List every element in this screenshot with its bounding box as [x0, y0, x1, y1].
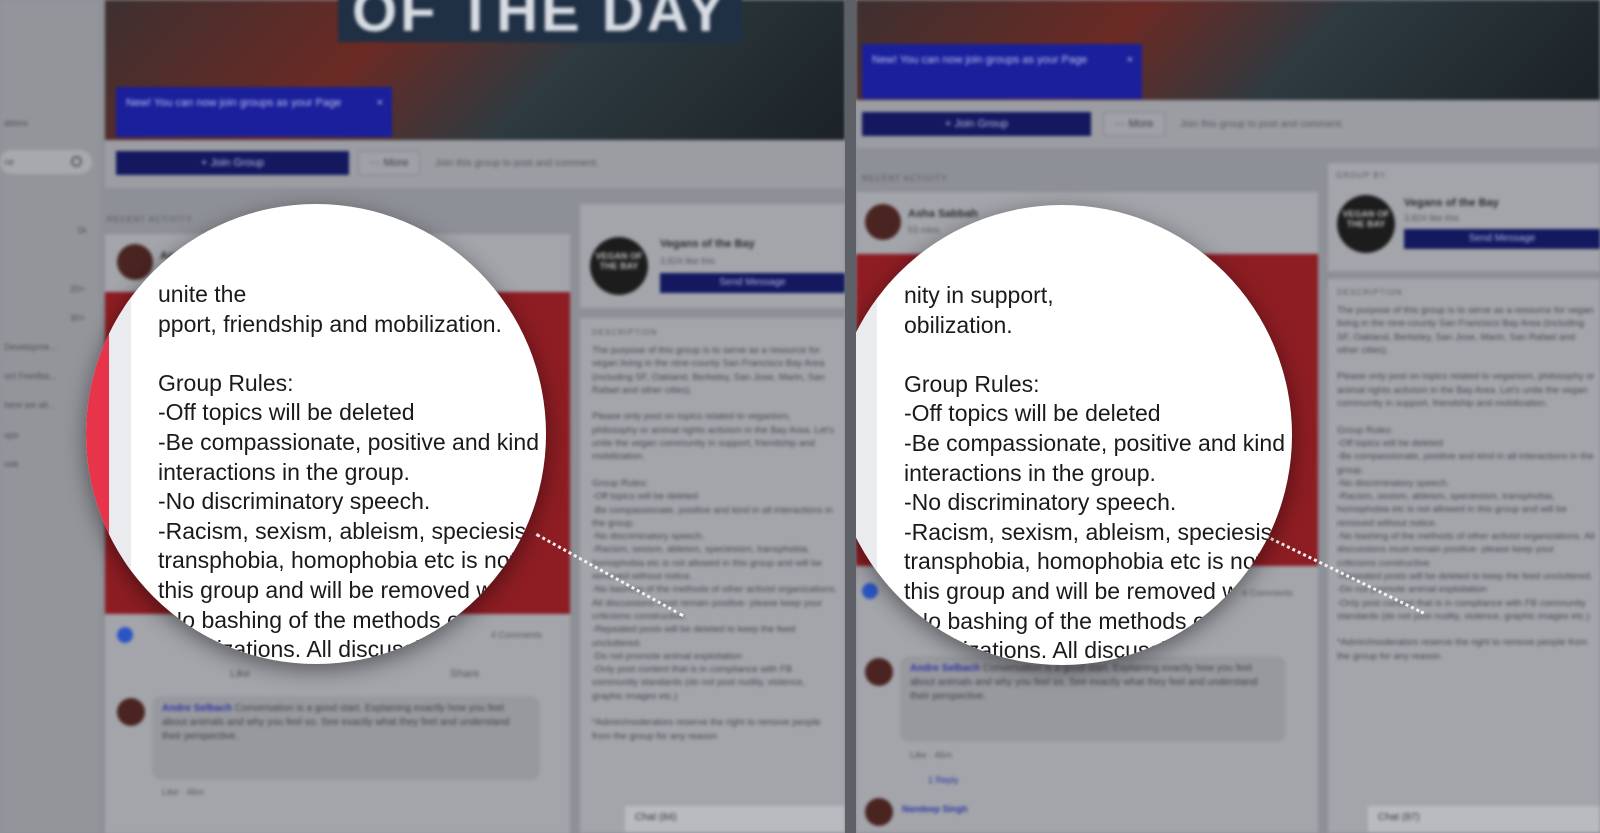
lens-card-edge	[109, 204, 131, 664]
sidebar-item[interactable]: ook	[4, 459, 19, 469]
chat-bar[interactable]: Chat (87)	[1368, 806, 1600, 832]
lens-text-line: -Off topics will be deleted	[904, 400, 1161, 427]
group-name[interactable]: Vegans of the Bay	[660, 238, 755, 250]
notice-text: New! You can now join groups as your Pag…	[126, 97, 342, 109]
group-name[interactable]: Vegans of the Bay	[1404, 197, 1499, 209]
description-label: DESCRIPTION	[592, 328, 658, 337]
join-hint: Join this group to post and comment.	[1180, 119, 1344, 130]
more-button[interactable]: ··· More	[358, 151, 420, 175]
lens-text-line: -No discriminatory speech.	[904, 489, 1177, 516]
cover-title: OF THE DAY	[338, 0, 742, 42]
close-icon[interactable]: ×	[377, 96, 383, 111]
left-sidebar: ations ne 1k 20+ 30+ Developme... uct Fe…	[0, 0, 100, 833]
description-text: The purpose of this group is to serve as…	[592, 345, 838, 742]
close-icon[interactable]: ×	[1127, 53, 1133, 68]
lens-text-line: unite the	[158, 281, 247, 307]
send-message-button[interactable]: Send Message	[1404, 229, 1600, 249]
lens-text-line: -Off topics will be deleted	[158, 399, 415, 426]
chat-label: Chat (87)	[1378, 812, 1420, 823]
magnified-group-rules: nity in support, obilization. Group Rules:…	[904, 281, 1292, 665]
comment-author[interactable]: Nandeep Singh	[902, 804, 968, 814]
notice-text: New! You can now join groups as your Pag…	[872, 54, 1088, 66]
sidebar-item[interactable]: Developme...	[4, 342, 57, 352]
panel-divider	[845, 0, 856, 833]
lens-image-edge	[86, 204, 109, 664]
right-screenshot-panel: New! You can now join groups as your Pag…	[856, 0, 1600, 833]
group-by-label: GROUP BY	[1336, 171, 1387, 180]
avatar[interactable]	[117, 698, 145, 726]
lens-text-line: organizations. All discussions must	[904, 637, 1260, 664]
lens-text-line: Group Rules:	[158, 369, 294, 396]
join-group-button[interactable]: + Join Group	[862, 112, 1091, 136]
comment-meta[interactable]: Like · 46m	[162, 787, 204, 797]
chat-label: Chat (84)	[635, 812, 677, 823]
recent-activity-label: RECENT ACTIVITY	[862, 174, 948, 183]
magnified-group-rules: unite the pport, friendship and mobilizat…	[158, 280, 546, 664]
comment-meta[interactable]: Like · 46m	[910, 750, 952, 760]
comment-bubble: Andre Selbach Conversation is a good sta…	[152, 696, 540, 780]
group-likes: 3,824 like this	[660, 256, 716, 266]
lens-text-line: interactions in the group.	[158, 458, 410, 485]
group-likes: 3,824 like this	[1404, 213, 1460, 223]
lens-text-line: Group Rules:	[904, 370, 1040, 397]
join-as-page-notice: New! You can now join groups as your Pag…	[116, 87, 392, 137]
comment-bubble: Andre Selbach Conversation is a good sta…	[900, 656, 1286, 742]
post-time: 53 mins	[908, 225, 940, 235]
left-screenshot-panel: ations ne 1k 20+ 30+ Developme... uct Fe…	[0, 0, 845, 833]
lens-text-line: obilization.	[904, 311, 1013, 338]
search-icon[interactable]	[71, 156, 82, 167]
magnifier-lens: unite the pport, friendship and mobilizat…	[86, 204, 546, 664]
join-as-page-notice: New! You can now join groups as your Pag…	[862, 44, 1142, 99]
share-button[interactable]: Share	[450, 668, 479, 680]
lens-text-line: nity in support,	[904, 282, 1054, 308]
sidebar-item[interactable]: ations	[4, 118, 28, 128]
lens-text-line: transphobia, homophobia etc is not allow…	[158, 547, 546, 574]
sidebar-item[interactable]: ups	[4, 430, 19, 440]
group-logo[interactable]: VEGAN OF THE BAY	[1337, 195, 1395, 253]
sidebar-count: 20+	[70, 284, 86, 294]
send-message-button[interactable]: Send Message	[660, 273, 845, 293]
join-hint: Join this group to post and comment.	[435, 158, 599, 169]
avatar[interactable]	[865, 798, 893, 826]
lens-text-line: pport, friendship and mobilization.	[158, 310, 502, 337]
comment-author[interactable]: Andre Selbach	[162, 703, 232, 714]
lens-card-edge	[856, 205, 877, 665]
lens-text-line: -Be compassionate, positive and kind	[904, 429, 1285, 456]
lens-text-line	[904, 340, 1292, 370]
sidebar-item[interactable]: uct Feedba...	[4, 371, 57, 381]
like-button[interactable]: Like	[230, 668, 250, 680]
chat-bar[interactable]: Chat (84)	[625, 806, 845, 832]
lens-text-line: -No discriminatory speech.	[158, 488, 431, 515]
group-logo[interactable]: VEGAN OF THE BAY	[590, 237, 648, 295]
lens-text-line	[158, 339, 546, 369]
lens-text-line: organizations. All discussions must rema…	[158, 636, 546, 663]
post-author[interactable]: Asha Sabbah	[908, 208, 978, 220]
sidebar-search-text: ne	[4, 157, 15, 167]
lens-text-line: -Racism, sexism, ableism, speciesism,	[158, 517, 546, 544]
replies-link[interactable]: 1 Reply	[928, 775, 959, 785]
lens-text-line: this group and will be removed without n…	[158, 576, 546, 603]
description-label: DESCRIPTION	[1337, 288, 1403, 297]
more-button[interactable]: ··· More	[1103, 112, 1165, 136]
lens-text-line: transphobia, homophobia etc is not allow…	[904, 548, 1292, 575]
lens-text-line: -No bashing of the methods of other acti…	[158, 606, 546, 633]
description-text: The purpose of this group is to serve as…	[1337, 305, 1595, 662]
lens-text-line: this group and will be removed without	[904, 577, 1292, 604]
join-group-button[interactable]: + Join Group	[116, 151, 349, 175]
lens-text-line: interactions in the group.	[904, 459, 1156, 486]
sidebar-count: 30+	[70, 313, 86, 323]
magnifier-lens: nity in support, obilization. Group Rules:…	[856, 205, 1292, 665]
sidebar-item[interactable]: here we all...	[4, 400, 55, 410]
lens-text-line: -Be compassionate, positive and kind in …	[158, 428, 546, 455]
lens-text-line: -Racism, sexism, ableism, speciesism,	[904, 518, 1292, 545]
lens-text-line: -No bashing of the methods of other	[904, 607, 1271, 634]
